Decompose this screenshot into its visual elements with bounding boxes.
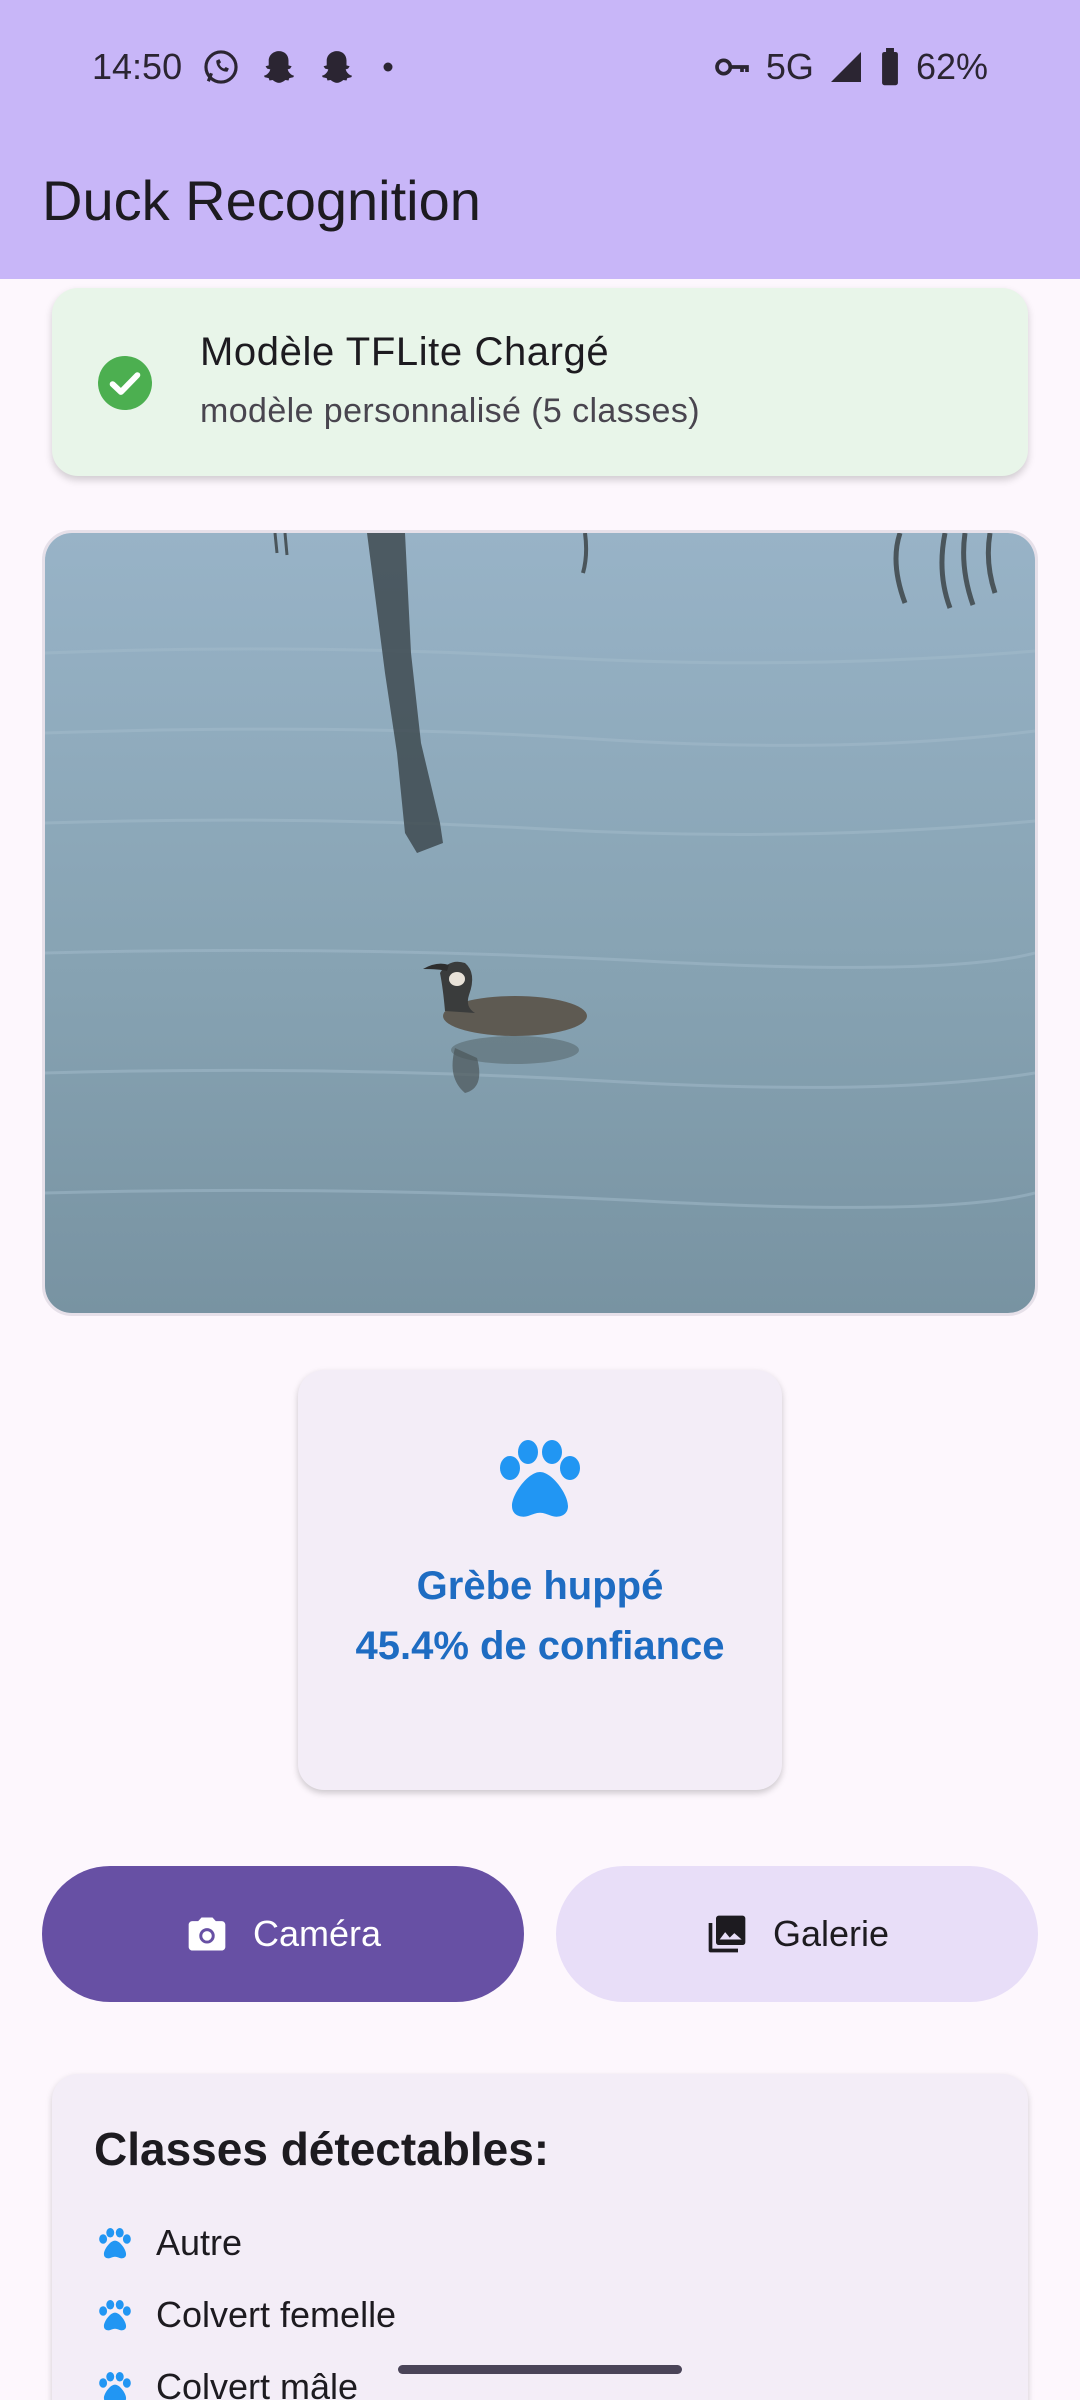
status-bar: 14:50 5G 62% xyxy=(0,40,1080,94)
battery-icon xyxy=(882,48,898,86)
predicted-species: Grèbe huppé xyxy=(416,1564,664,1608)
paw-icon xyxy=(500,1440,580,1517)
camera-button[interactable]: Caméra xyxy=(42,1866,524,2002)
camera-icon xyxy=(188,1917,226,1951)
paw-icon xyxy=(99,2371,131,2400)
prediction-result-card: Grèbe huppé 45.4% de confiance xyxy=(298,1370,782,1790)
home-gesture-bar[interactable] xyxy=(398,2365,682,2374)
detectable-classes-card: Classes détectables: Autre Colvert femel… xyxy=(52,2074,1028,2400)
signal-icon xyxy=(830,52,861,82)
prediction-confidence: 45.4% de confiance xyxy=(355,1624,725,1668)
photo-library-icon xyxy=(708,1915,746,1953)
app-title: Duck Recognition xyxy=(42,169,481,232)
classes-heading: Classes détectables: xyxy=(94,2123,550,2175)
gallery-button-label: Galerie xyxy=(772,1913,890,1954)
grebe-on-water-photo xyxy=(45,533,1035,1313)
snapchat-icon xyxy=(321,51,353,83)
model-status-subtitle: modèle personnalisé (5 classes) xyxy=(200,392,700,430)
class-label: Colvert femelle xyxy=(156,2294,397,2335)
list-item: Autre xyxy=(96,2222,242,2264)
camera-button-label: Caméra xyxy=(252,1913,382,1954)
model-status-title: Modèle TFLite Chargé xyxy=(200,330,610,374)
app-bar: 14:50 5G 62% Duck Recognition xyxy=(0,0,1080,279)
paw-icon xyxy=(99,2227,131,2259)
list-item: Colvert mâle xyxy=(96,2366,358,2400)
class-label: Autre xyxy=(156,2222,243,2263)
gallery-button[interactable]: Galerie xyxy=(556,1866,1038,2002)
model-status-card: Modèle TFLite Chargé modèle personnalisé… xyxy=(52,288,1028,476)
vpn-key-icon xyxy=(715,58,749,76)
network-type: 5G xyxy=(765,46,814,87)
whatsapp-icon xyxy=(204,50,238,84)
status-time: 14:50 xyxy=(92,46,183,87)
check-circle-icon xyxy=(98,356,152,410)
snapchat-icon xyxy=(263,51,295,83)
class-label: Colvert mâle xyxy=(156,2366,359,2400)
dot-icon xyxy=(383,62,393,72)
list-item: Colvert femelle xyxy=(96,2294,396,2336)
selected-photo xyxy=(42,530,1038,1316)
paw-icon xyxy=(99,2299,131,2331)
battery-level: 62% xyxy=(915,46,988,87)
